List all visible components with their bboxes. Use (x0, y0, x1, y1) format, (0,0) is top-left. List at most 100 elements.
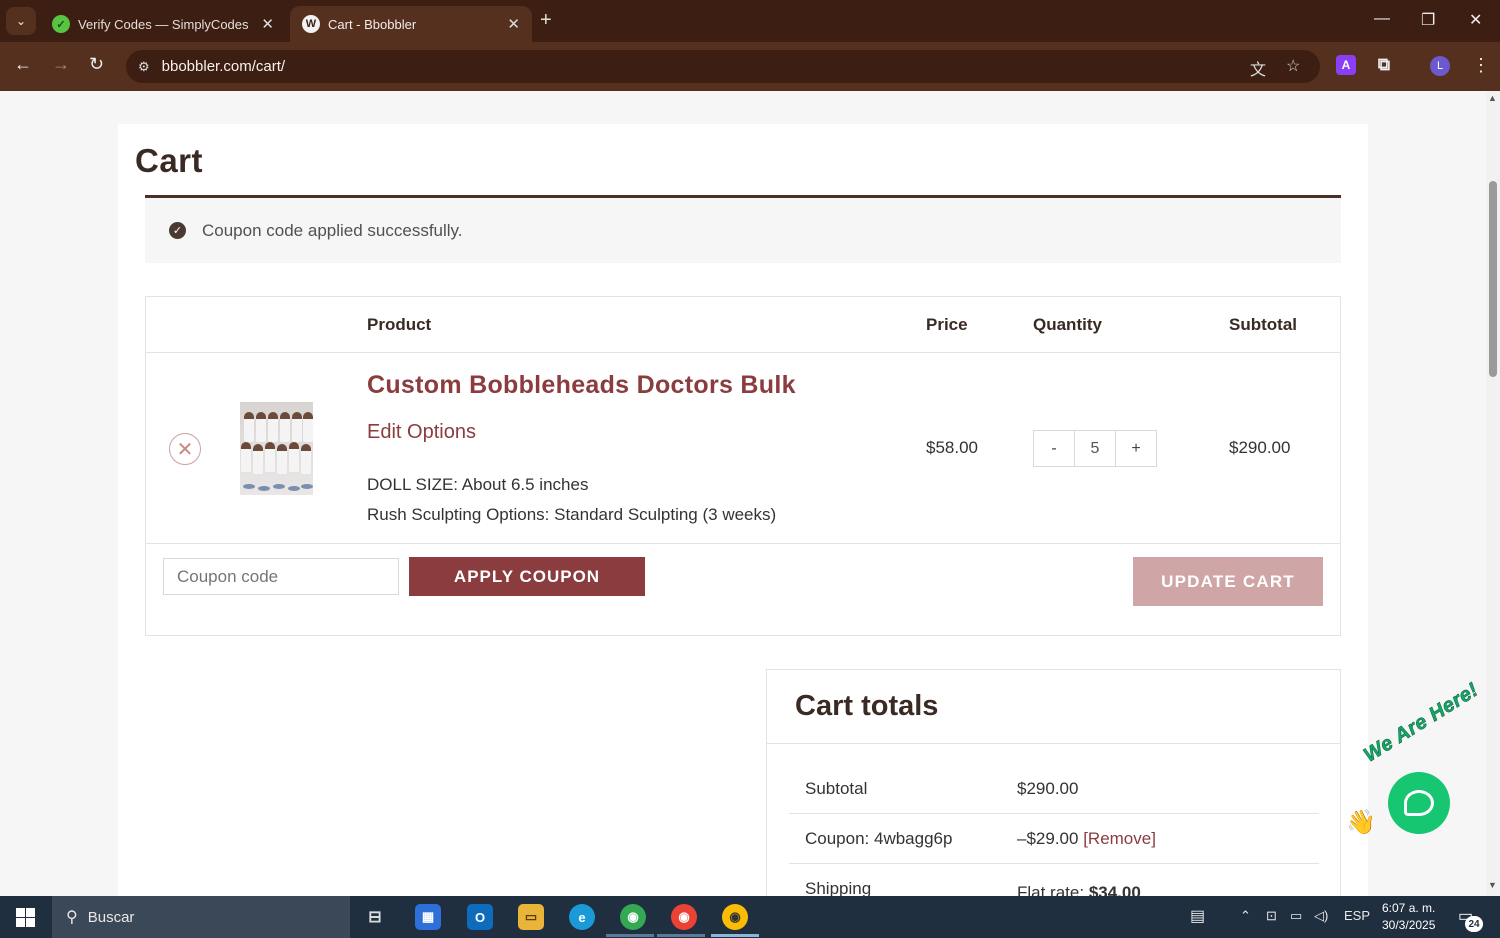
apply-coupon-button[interactable]: APPLY COUPON (409, 557, 645, 596)
cart-table: Product Price Quantity Subtotal ✕ Custom… (145, 296, 1341, 636)
meet-now-icon[interactable]: ⊡ (1266, 908, 1277, 924)
product-thumbnail[interactable] (240, 402, 313, 495)
scroll-up-icon[interactable]: ▲ (1488, 93, 1497, 103)
qty-minus-button[interactable]: - (1034, 431, 1074, 466)
check-circle-icon: ✓ (169, 222, 186, 239)
totals-value-wrap: Flat rate: $34.00 (1017, 883, 1141, 896)
new-tab-icon[interactable]: + (540, 9, 552, 32)
edit-options-link[interactable]: Edit Options (367, 421, 476, 444)
extension-a-icon[interactable]: A (1336, 55, 1356, 75)
clock-date: 30/3/2025 (1382, 918, 1436, 932)
cart-totals: Cart totals Subtotal $290.00 Coupon: 4wb… (766, 669, 1341, 896)
browser-menu-icon[interactable]: ⋮ (1472, 55, 1490, 76)
shipping-method-label: Flat rate: (1017, 883, 1089, 896)
simplycodes-favicon-icon: ✓ (52, 15, 70, 33)
qty-value-input[interactable]: 5 (1074, 431, 1116, 466)
chat-launcher-button[interactable] (1388, 772, 1450, 834)
totals-value: $290.00 (1017, 779, 1079, 798)
wordpress-favicon-icon: W (302, 15, 320, 33)
tab-verify-codes[interactable]: ✓ Verify Codes — SimplyCodes ✕ (40, 6, 286, 42)
clock-time: 6:07 a. m. (1382, 901, 1436, 915)
address-bar[interactable]: ⚙ bbobbler.com/cart/ 文 ☆ (126, 50, 1320, 83)
language-indicator[interactable]: ESP (1344, 908, 1370, 923)
forward-icon[interactable]: → (52, 54, 70, 75)
minimize-icon[interactable]: — (1374, 10, 1390, 28)
totals-row-subtotal: Subtotal $290.00 (789, 764, 1319, 814)
scroll-down-icon[interactable]: ▼ (1488, 880, 1497, 890)
chrome-profile-l-icon[interactable]: ◉ (620, 904, 646, 930)
success-notice: ✓ Coupon code applied successfully. (145, 195, 1341, 263)
cart-totals-title: Cart totals (795, 690, 939, 722)
close-tab-icon[interactable]: ✕ (507, 15, 520, 33)
browser-tab-bar: ⌄ ✓ Verify Codes — SimplyCodes ✕ W Cart … (0, 0, 1500, 42)
tab-search-button[interactable]: ⌄ (6, 7, 36, 35)
quantity-stepper: - 5 + (1033, 430, 1157, 467)
product-meta-rush-sculpting: Rush Sculpting Options: Standard Sculpti… (367, 505, 777, 524)
profile-avatar[interactable]: L (1430, 56, 1450, 76)
table-row: ✕ Custom Bobbleheads Doctors Bulk Edit O… (146, 353, 1340, 544)
back-icon[interactable]: ← (14, 54, 32, 75)
translate-icon[interactable]: 文 (1250, 56, 1266, 80)
page-title: Cart (135, 142, 204, 179)
volume-icon[interactable]: ◁) (1314, 908, 1328, 924)
page-viewport: Cart ✓ Coupon code applied successfully.… (0, 91, 1486, 896)
taskbar-search[interactable]: ⚲ Buscar (52, 896, 350, 938)
active-indicator (711, 934, 759, 937)
totals-row-shipping: Shipping Flat rate: $34.00 (789, 864, 1319, 896)
url-text: bbobbler.com/cart/ (161, 58, 286, 75)
taskbar-search-label: Buscar (87, 908, 135, 926)
tab-label: Verify Codes — SimplyCodes (78, 16, 249, 32)
chevron-down-icon: ⌄ (15, 14, 27, 28)
item-price: $58.00 (926, 438, 978, 457)
table-header: Product Price Quantity Subtotal (146, 297, 1340, 353)
tab-cart-bbobbler[interactable]: W Cart - Bbobbler ✕ (290, 6, 532, 42)
cart-content: Cart ✓ Coupon code applied successfully.… (118, 124, 1368, 896)
totals-value-wrap: –$29.00 [Remove] (1017, 829, 1156, 849)
coupon-discount-value: –$29.00 (1017, 829, 1079, 848)
tab-label: Cart - Bbobbler (328, 16, 417, 32)
microsoft-store-icon[interactable]: ▦ (415, 904, 441, 930)
close-tab-icon[interactable]: ✕ (261, 15, 274, 33)
extensions-puzzle-icon[interactable]: ⧉ (1374, 55, 1394, 75)
reload-icon[interactable]: ↻ (89, 54, 104, 75)
page-scrollbar[interactable]: ▲ ▼ (1486, 91, 1500, 896)
header-quantity: Quantity (1033, 315, 1102, 334)
qty-plus-button[interactable]: + (1116, 431, 1156, 466)
totals-label: Shipping (805, 879, 872, 896)
chrome-profile-s-icon[interactable]: ◉ (671, 904, 697, 930)
remove-coupon-link[interactable]: [Remove] (1083, 829, 1156, 848)
totals-row-coupon: Coupon: 4wbagg6p –$29.00 [Remove] (789, 814, 1319, 864)
coupon-code-input[interactable] (163, 558, 399, 595)
header-product: Product (367, 315, 432, 334)
close-window-icon[interactable]: ✕ (1469, 10, 1482, 30)
show-hidden-icons-chevron[interactable]: ⌃ (1240, 908, 1251, 924)
header-subtotal: Subtotal (1229, 315, 1297, 334)
bookmark-star-icon[interactable]: ☆ (1286, 56, 1300, 76)
taskbar-clock[interactable]: 6:07 a. m. 30/3/2025 (1382, 900, 1435, 934)
header-price: Price (926, 315, 968, 334)
restore-icon[interactable]: ❐ (1421, 10, 1435, 30)
edge-icon[interactable]: e (569, 904, 595, 930)
task-view-icon[interactable]: ⊟ (362, 904, 388, 930)
running-indicator (657, 934, 705, 937)
waving-hand-icon: 👋 (1346, 809, 1376, 836)
windows-taskbar: ⚲ Buscar ⊟ ▦ O ▭ e ◉ ◉ ◉ ▤ ⌃ ⊡ ▭ ◁) ESP … (0, 896, 1500, 938)
windows-start-icon[interactable] (16, 908, 35, 927)
remove-item-icon[interactable]: ✕ (169, 433, 201, 465)
totals-label: Coupon: 4wbagg6p (805, 829, 953, 848)
chrome-active-icon[interactable]: ◉ (722, 904, 748, 930)
scrollbar-thumb[interactable] (1489, 181, 1497, 377)
outlook-icon[interactable]: O (467, 904, 493, 930)
product-name-link[interactable]: Custom Bobbleheads Doctors Bulk (367, 371, 796, 400)
browser-toolbar: ← → ↻ ⚙ bbobbler.com/cart/ 文 ☆ A ⧉ (0, 42, 1500, 91)
update-cart-button[interactable]: UPDATE CART (1133, 557, 1323, 606)
shipping-value: $34.00 (1088, 883, 1141, 896)
totals-label: Subtotal (805, 779, 868, 798)
running-indicator (606, 934, 654, 937)
news-widget-icon[interactable]: ▤ (1190, 906, 1205, 926)
file-explorer-icon[interactable]: ▭ (518, 904, 544, 930)
notice-text: Coupon code applied successfully. (202, 220, 463, 240)
site-info-icon[interactable]: ⚙ (138, 59, 150, 75)
notification-count-badge: 24 (1465, 916, 1483, 932)
network-icon[interactable]: ▭ (1290, 908, 1302, 924)
